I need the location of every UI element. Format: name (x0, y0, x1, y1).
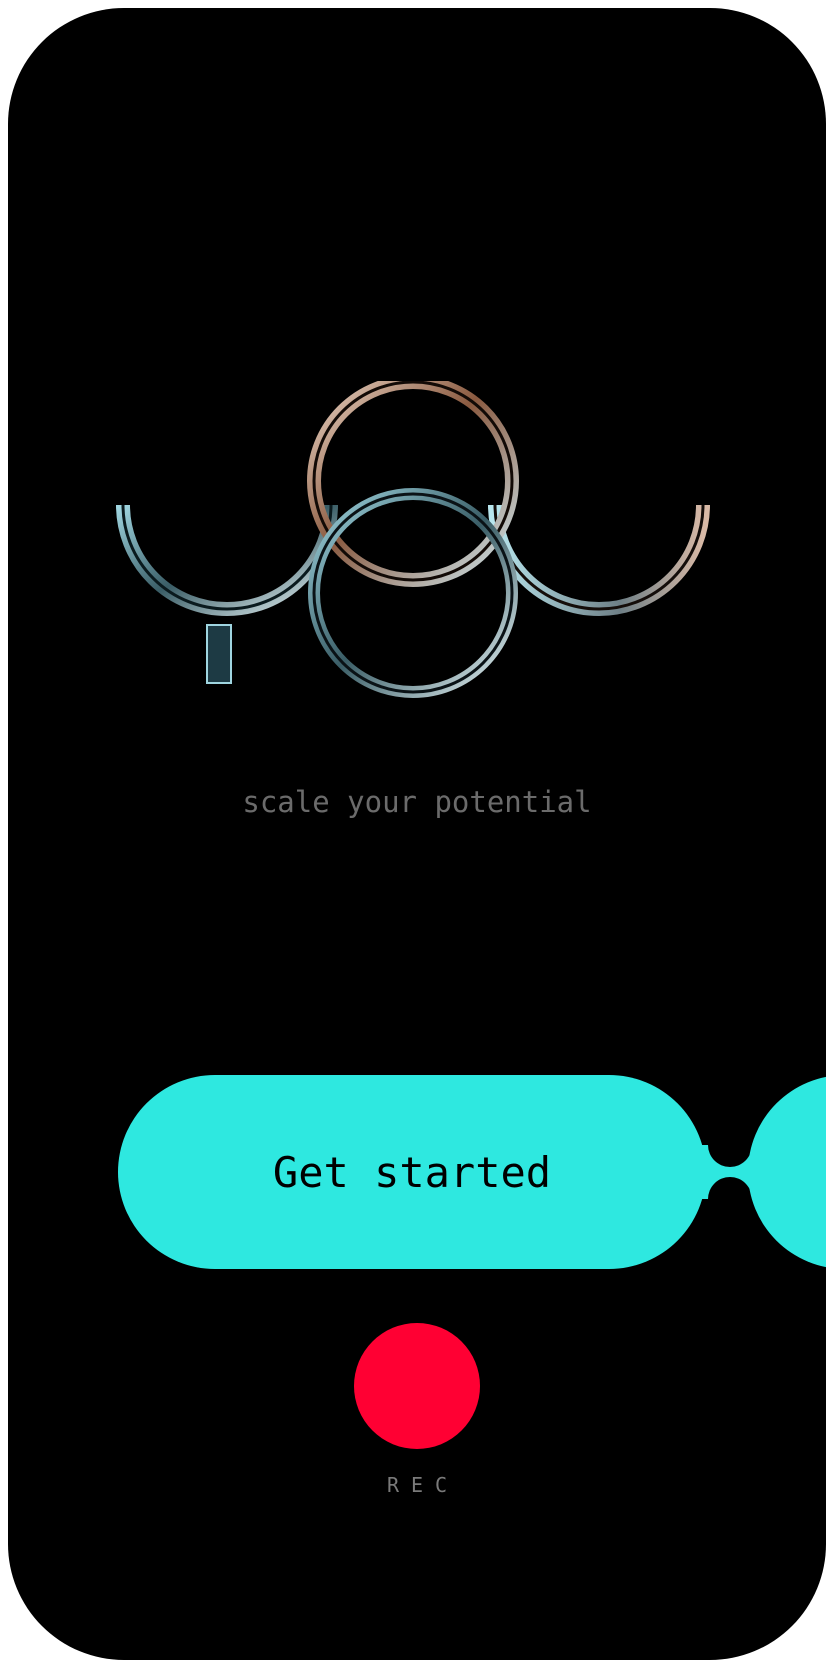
record-button[interactable] (354, 1323, 480, 1449)
tagline: scale your potential (242, 785, 592, 819)
phone-screen: scale your potential Get started REC (8, 8, 826, 1660)
record-label: REC (386, 1473, 460, 1497)
logo-rings-icon (116, 381, 710, 698)
get-started-button[interactable]: Get started (118, 1075, 826, 1269)
get-started-label[interactable]: Get started (118, 1075, 706, 1269)
